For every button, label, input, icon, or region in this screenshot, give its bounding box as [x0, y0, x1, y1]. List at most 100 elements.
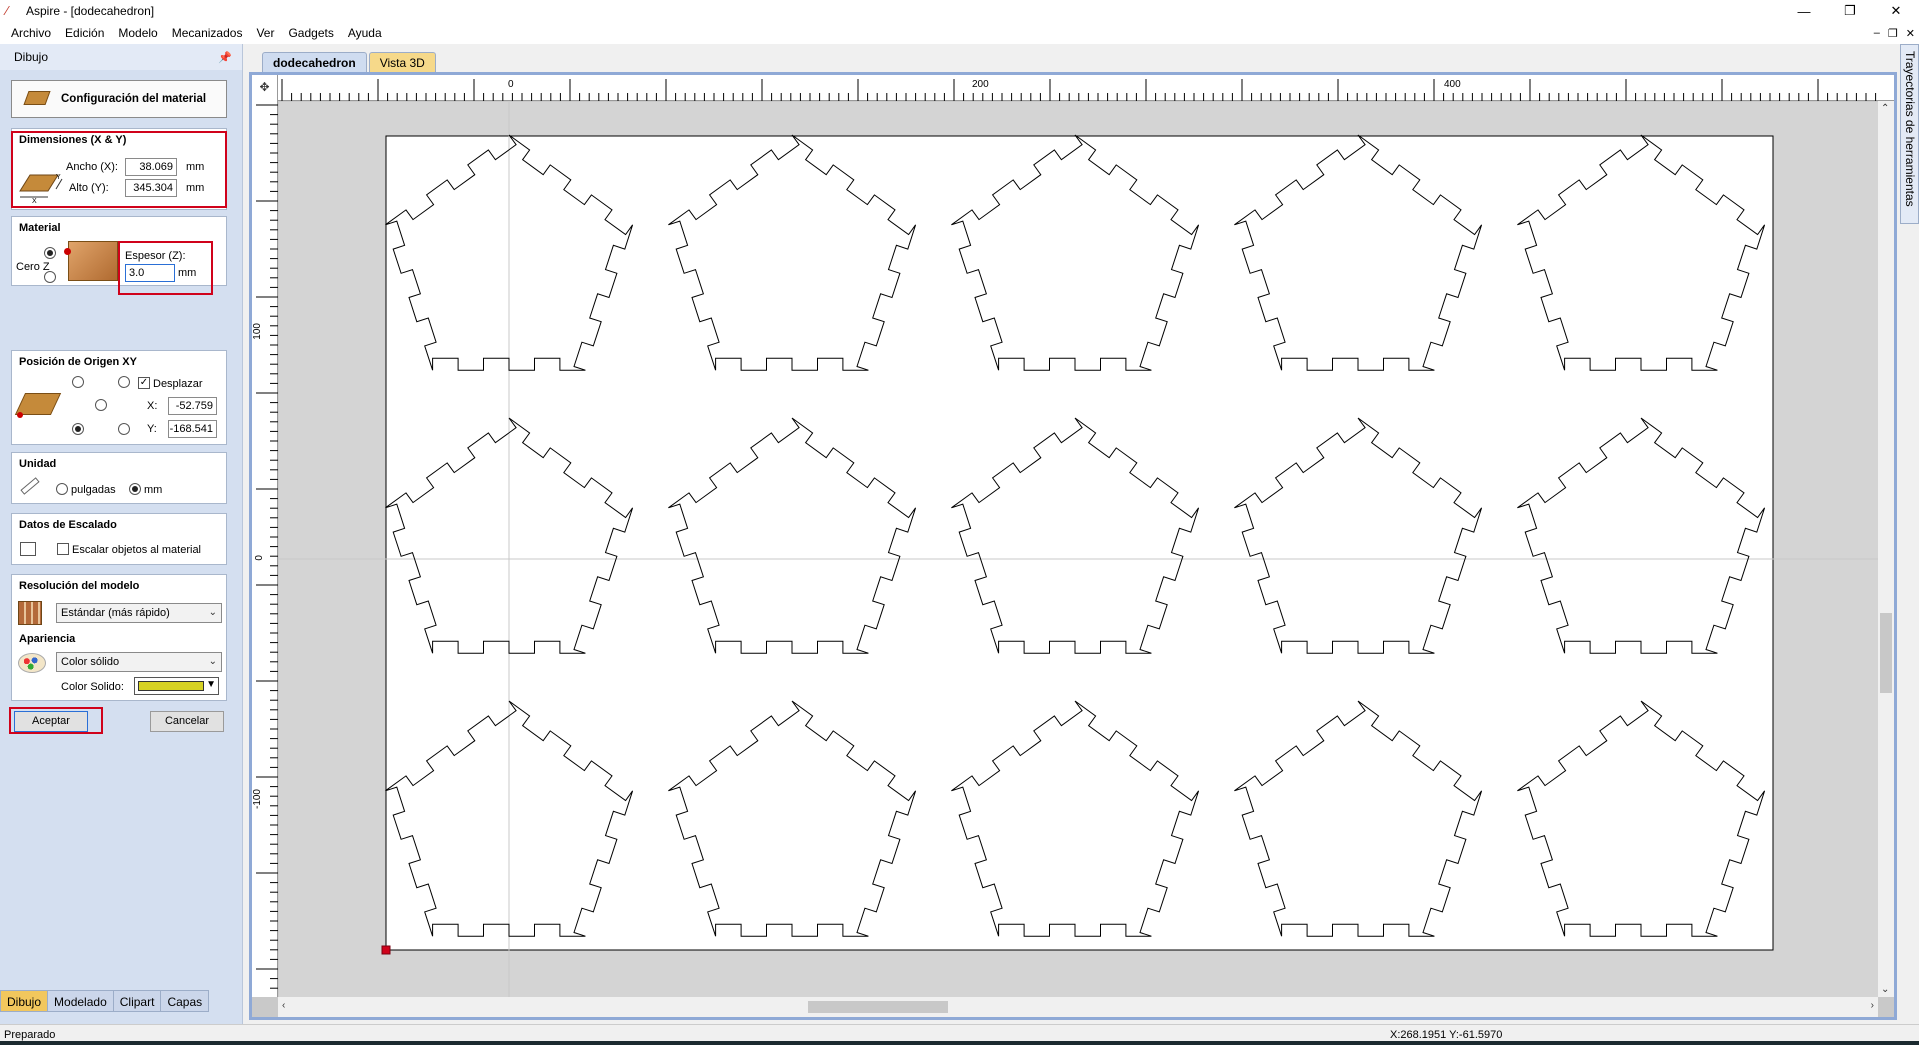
color-picker[interactable]: ▼: [134, 677, 219, 695]
panel-title: Dibujo: [14, 50, 49, 64]
palette-icon: [18, 653, 46, 673]
origin-center-radio[interactable]: [95, 399, 107, 411]
zero-top-radio[interactable]: [44, 247, 56, 259]
doc-close-button[interactable]: ✕: [1906, 27, 1915, 40]
tab-dibujo[interactable]: Dibujo: [0, 990, 49, 1012]
material-title: Material: [19, 222, 61, 234]
ruler-top-ticks: [281, 79, 1877, 101]
origin-x-input[interactable]: -52.759: [168, 397, 217, 415]
horizontal-scroll-thumb[interactable]: [808, 1001, 948, 1013]
cursor-coordinates: X:268.1951 Y:-61.5970: [1390, 1029, 1503, 1041]
highlight-thickness: [118, 241, 213, 295]
scroll-left-icon[interactable]: ‹: [282, 1000, 285, 1011]
color-label: Color Solido:: [61, 681, 124, 693]
origin-title: Posición de Origen XY: [19, 356, 137, 368]
appearance-title: Apariencia: [19, 633, 76, 645]
scaling-section: Datos de Escalado Escalar objetos al mat…: [11, 513, 227, 565]
mm-radio[interactable]: [129, 483, 141, 495]
menu-bar: Archivo Edición Modelo Mecanizados Ver G…: [0, 22, 1919, 44]
inches-radio[interactable]: [56, 483, 68, 495]
origin-section-box: Posición de Origen XY ✓ Desplazar X: -52…: [11, 350, 227, 445]
taskbar-edge: [0, 1041, 1919, 1045]
mm-label: mm: [144, 484, 163, 496]
menu-mecanizados[interactable]: Mecanizados: [165, 22, 250, 44]
scroll-right-icon[interactable]: ›: [1871, 1000, 1874, 1011]
zero-z-label: Cero Z: [16, 261, 50, 273]
document-tabs: dodecahedron Vista 3D: [262, 52, 436, 72]
menu-edicion[interactable]: Edición: [58, 22, 111, 44]
drawing-area[interactable]: [279, 102, 1878, 997]
panel-tabs: Dibujo Modelado Clipart Capas: [0, 990, 210, 1012]
window-title: Aspire - [dodecahedron]: [26, 4, 155, 18]
resolution-title: Resolución del modelo: [19, 580, 140, 592]
color-swatch: [138, 681, 204, 691]
tab-dodecahedron[interactable]: dodecahedron: [262, 52, 367, 72]
chevron-down-icon: ⌄: [208, 607, 217, 618]
zero-bottom-radio[interactable]: [44, 271, 56, 283]
tab-modelado[interactable]: Modelado: [47, 990, 114, 1012]
ruler-top-label-200: 200: [972, 79, 989, 90]
menu-ayuda[interactable]: Ayuda: [341, 22, 389, 44]
scale-icon: [20, 542, 36, 556]
tab-vista-3d[interactable]: Vista 3D: [368, 52, 436, 72]
cancel-button[interactable]: Cancelar: [150, 711, 224, 732]
zero-marker-icon: [64, 248, 71, 255]
ruler-left-ticks: [256, 104, 278, 989]
units-section: Unidad pulgadas mm: [11, 452, 227, 504]
resolution-section: Resolución del modelo Estándar (más rápi…: [11, 574, 227, 701]
vertical-scroll-thumb[interactable]: [1880, 613, 1892, 693]
origin-marker-icon: [17, 412, 23, 418]
ruler-top-label-0: 0: [508, 79, 514, 90]
toolpaths-panel-tab[interactable]: Trayectorias de herramientas: [1900, 44, 1919, 224]
resolution-select[interactable]: Estándar (más rápido) ⌄: [56, 603, 222, 623]
origin-bottom-right-radio[interactable]: [118, 423, 130, 435]
ruler-corner-icon[interactable]: ✥: [252, 75, 278, 101]
offset-checkbox[interactable]: ✓: [138, 377, 150, 389]
chevron-down-icon: ⌄: [208, 656, 217, 667]
origin-marker: [381, 945, 391, 955]
ruler-left-label-minus100: -100: [252, 789, 263, 810]
material-setup-button[interactable]: Configuración del material: [11, 80, 227, 118]
minimize-button[interactable]: —: [1781, 0, 1827, 22]
maximize-button[interactable]: ❐: [1827, 0, 1873, 22]
pin-icon[interactable]: 📌: [218, 51, 232, 64]
tab-capas[interactable]: Capas: [160, 990, 210, 1012]
ruler-left-label-0: 0: [254, 555, 265, 561]
menu-modelo[interactable]: Modelo: [111, 22, 164, 44]
inches-label: pulgadas: [71, 484, 116, 496]
document-window-controls: – ❐ ✕: [1874, 22, 1915, 44]
horizontal-scrollbar[interactable]: ‹ ›: [278, 997, 1878, 1017]
color-dropdown-icon: ▼: [206, 679, 216, 690]
material-block-icon: [23, 91, 51, 105]
doc-restore-button[interactable]: ❐: [1888, 27, 1898, 40]
origin-y-input[interactable]: -168.541: [168, 420, 217, 438]
menu-gadgets[interactable]: Gadgets: [281, 22, 340, 44]
drawing-panel: Dibujo 📌 Configuración del material Dime…: [0, 44, 243, 1024]
ruler-top-label-400: 400: [1444, 79, 1461, 90]
highlight-accept: [9, 707, 103, 734]
origin-top-left-radio[interactable]: [72, 376, 84, 388]
app-icon: ⁄: [6, 3, 9, 18]
scaling-title: Datos de Escalado: [19, 519, 117, 531]
origin-bottom-left-radio[interactable]: [72, 423, 84, 435]
menu-archivo[interactable]: Archivo: [4, 22, 58, 44]
offset-label: Desplazar: [153, 378, 203, 390]
menu-ver[interactable]: Ver: [249, 22, 281, 44]
appearance-select[interactable]: Color sólido ⌄: [56, 652, 222, 672]
scroll-up-icon[interactable]: ⌃: [1881, 103, 1889, 114]
scroll-down-icon[interactable]: ⌄: [1881, 984, 1889, 995]
ruler-top: 0 200 400: [252, 75, 1894, 101]
ruler-left: 100 0 -100: [252, 101, 278, 997]
units-title: Unidad: [19, 458, 57, 470]
scale-objects-checkbox[interactable]: [57, 543, 69, 555]
vertical-scrollbar[interactable]: ⌃ ⌄: [1878, 101, 1894, 997]
window-controls: — ❐ ✕: [1781, 0, 1919, 22]
origin-top-right-radio[interactable]: [118, 376, 130, 388]
drawing-canvas-frame: 0 200 400 ✥ 100 0 -100 ⌃ ⌄ ‹ ›: [249, 72, 1897, 1020]
doc-minimize-button[interactable]: –: [1874, 27, 1880, 39]
tab-clipart[interactable]: Clipart: [112, 990, 162, 1012]
close-button[interactable]: ✕: [1873, 0, 1919, 22]
status-text: Preparado: [4, 1029, 56, 1041]
toolpaths-label: Trayectorias de herramientas: [1903, 51, 1917, 207]
title-bar: ⁄ Aspire - [dodecahedron] — ❐ ✕: [0, 0, 1919, 22]
